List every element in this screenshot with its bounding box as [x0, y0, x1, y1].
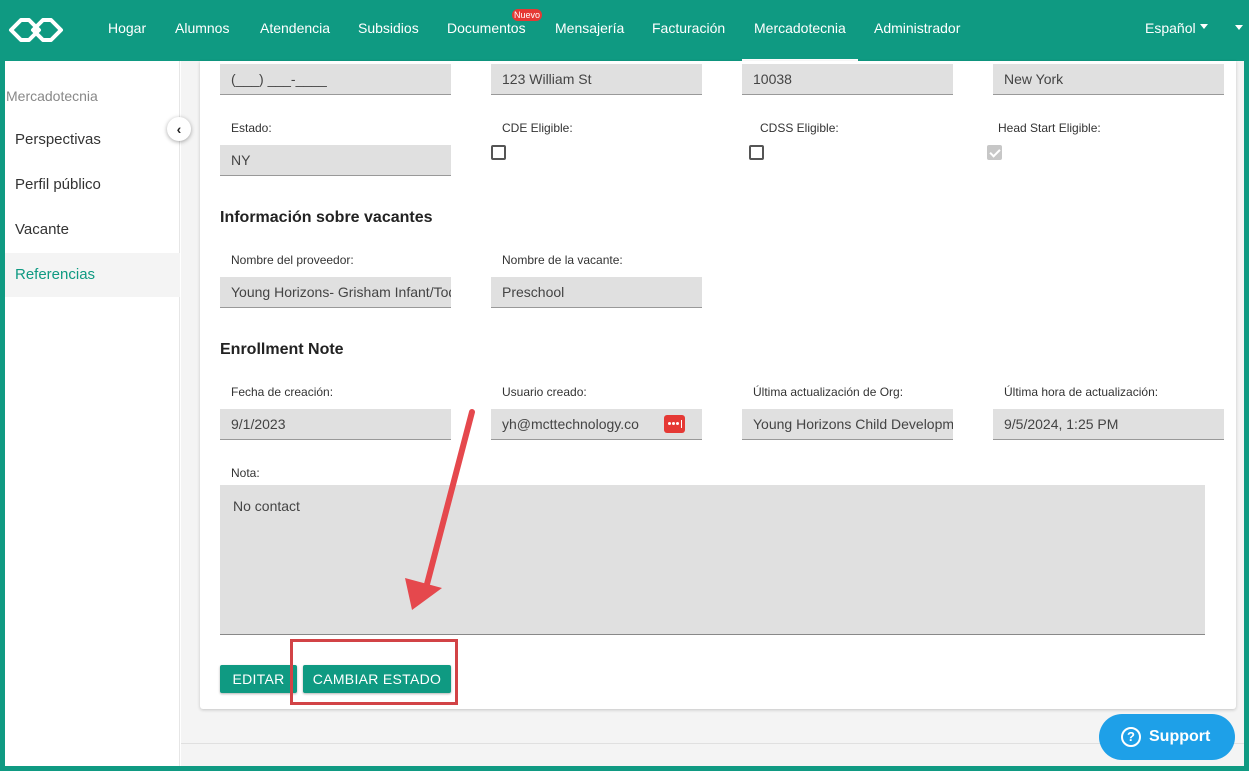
org-update-field[interactable]: Young Horizons Child Development	[742, 409, 953, 440]
password-manager-icon[interactable]	[664, 415, 685, 433]
phone-field[interactable]: (___) ___-____	[220, 64, 451, 95]
state-label: Estado:	[231, 121, 272, 135]
nav-atendencia[interactable]: Atendencia	[260, 5, 330, 61]
provider-field[interactable]: Young Horizons- Grisham Infant/Toddler	[220, 277, 451, 308]
update-time-field[interactable]: 9/5/2024, 1:25 PM	[993, 409, 1224, 440]
sidebar-item-vacante[interactable]: Vacante	[5, 208, 180, 252]
created-date-label: Fecha de creación:	[231, 385, 334, 399]
head-start-eligible-checkbox[interactable]	[987, 145, 1002, 160]
annotation-highlight-box	[290, 639, 458, 705]
chevron-left-icon: ‹	[176, 121, 182, 137]
nav-mercadotecnia[interactable]: Mercadotecnia	[742, 5, 858, 61]
cdss-eligible-label: CDSS Eligible:	[760, 121, 839, 135]
sidebar-item-perspectivas[interactable]: Perspectivas	[5, 118, 180, 162]
footer-divider	[181, 743, 1244, 744]
collapse-sidebar-button[interactable]: ‹	[167, 117, 191, 141]
logo-icon[interactable]	[7, 15, 65, 45]
provider-label: Nombre del proveedor:	[231, 253, 354, 267]
nav-mensajeria[interactable]: Mensajería	[555, 5, 624, 61]
city-field[interactable]: New York	[993, 64, 1224, 95]
cde-eligible-label: CDE Eligible:	[502, 121, 573, 135]
vacancy-name-label: Nombre de la vacante:	[502, 253, 623, 267]
language-selector[interactable]: Español	[1145, 5, 1208, 61]
cde-eligible-checkbox[interactable]	[491, 145, 506, 160]
created-user-label: Usuario creado:	[502, 385, 587, 399]
sidebar: Mercadotecnia Perspectivas Perfil públic…	[5, 61, 180, 766]
created-date-field[interactable]: 9/1/2023	[220, 409, 451, 440]
vacancy-section-title: Información sobre vacantes	[220, 209, 433, 226]
nav-facturacion[interactable]: Facturación	[652, 5, 725, 61]
sidebar-item-perfil-publico[interactable]: Perfil público	[5, 163, 180, 207]
language-label: Español	[1145, 20, 1196, 36]
sidebar-title: Mercadotecnia	[6, 88, 98, 104]
enrollment-section-title: Enrollment Note	[220, 341, 344, 358]
zip-field[interactable]: 10038	[742, 64, 953, 95]
help-icon: ?	[1121, 727, 1141, 747]
referral-card: (___) ___-____ 123 William St 10038 New …	[200, 61, 1236, 709]
street-field[interactable]: 123 William St	[491, 64, 702, 95]
support-button[interactable]: ? Support	[1099, 714, 1235, 760]
chevron-down-icon[interactable]	[1235, 25, 1243, 30]
nav-alumnos[interactable]: Alumnos	[175, 5, 229, 61]
head-start-eligible-label: Head Start Eligible:	[998, 121, 1101, 135]
edit-button[interactable]: EDITAR	[220, 665, 297, 693]
chevron-down-icon	[1199, 23, 1208, 29]
cdss-eligible-checkbox[interactable]	[749, 145, 764, 160]
new-badge: Nuevo	[512, 9, 543, 21]
app-frame: Hogar Alumnos Atendencia Subsidios Docum…	[5, 5, 1244, 766]
org-update-label: Última actualización de Org:	[753, 385, 904, 399]
nav-hogar[interactable]: Hogar	[108, 5, 146, 61]
note-textarea[interactable]: No contact	[220, 485, 1205, 635]
state-field[interactable]: NY	[220, 145, 451, 176]
nav-subsidios[interactable]: Subsidios	[358, 5, 419, 61]
update-time-label: Última hora de actualización:	[1004, 385, 1159, 399]
note-label: Nota:	[231, 466, 260, 480]
vacancy-name-field[interactable]: Preschool	[491, 277, 702, 308]
support-label: Support	[1149, 728, 1211, 745]
nav-administrador[interactable]: Administrador	[874, 5, 960, 61]
sidebar-item-referencias[interactable]: Referencias	[5, 253, 180, 297]
top-navigation: Hogar Alumnos Atendencia Subsidios Docum…	[5, 5, 1244, 61]
